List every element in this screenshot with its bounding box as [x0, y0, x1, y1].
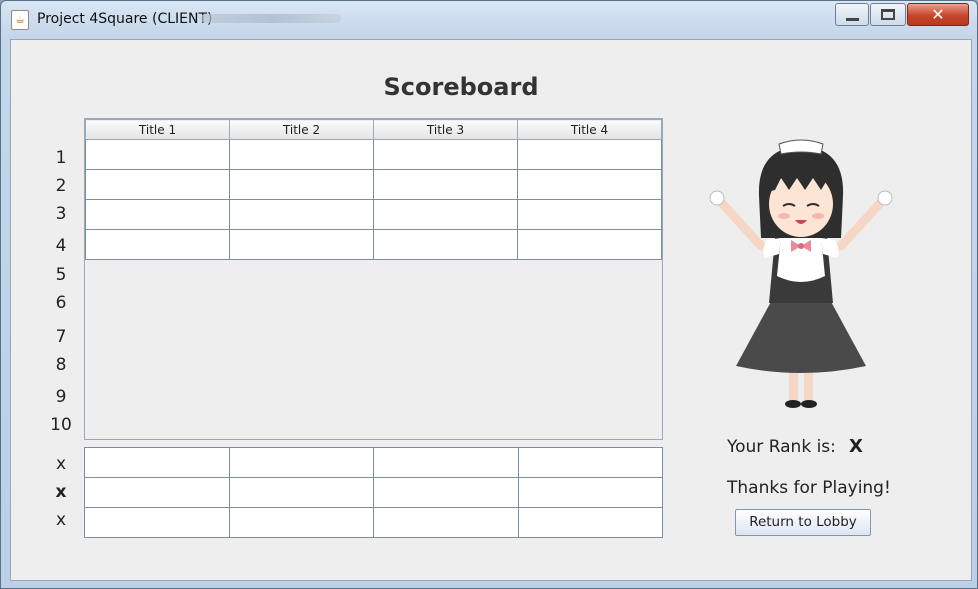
blurred-title-text — [201, 14, 341, 23]
bottom-row-label-current: x — [55, 482, 67, 502]
row-number: 10 — [50, 415, 72, 435]
row-number: 2 — [55, 176, 67, 196]
row-number: 4 — [55, 236, 67, 256]
table-cell[interactable] — [373, 169, 518, 200]
table-cell[interactable] — [517, 229, 662, 260]
table-cell[interactable] — [228, 507, 374, 538]
table-row[interactable] — [84, 507, 663, 538]
maximize-button[interactable] — [870, 3, 906, 26]
maximize-icon — [881, 9, 895, 20]
maid-mascot-image — [709, 139, 893, 408]
table-cell[interactable] — [229, 199, 374, 230]
table-cell[interactable] — [517, 139, 662, 170]
table-cell[interactable] — [85, 169, 230, 200]
table-cell[interactable] — [228, 477, 374, 508]
table-row[interactable] — [84, 477, 663, 508]
table-cell[interactable] — [229, 169, 374, 200]
table-row[interactable] — [85, 229, 662, 260]
table-cell[interactable] — [517, 447, 663, 478]
score-table-grid: Title 1 Title 2 Title 3 Title 4 — [85, 119, 662, 260]
row-number: 8 — [55, 355, 67, 375]
table-cell[interactable] — [373, 229, 518, 260]
title-bar[interactable]: ☕ Project 4Square (CLIENT) ✕ — [1, 1, 977, 37]
table-cell[interactable] — [84, 507, 230, 538]
bottom-row-label: x — [55, 454, 67, 474]
table-cell[interactable] — [84, 477, 230, 508]
minimize-icon — [846, 18, 859, 21]
rank-label: Your Rank is: — [727, 437, 836, 457]
window-title: Project 4Square (CLIENT) — [37, 11, 213, 27]
score-table: Title 1 Title 2 Title 3 Title 4 — [84, 118, 663, 440]
rank-value: X — [849, 436, 863, 457]
table-cell[interactable] — [373, 199, 518, 230]
table-cell[interactable] — [85, 139, 230, 170]
page-title: Scoreboard — [383, 73, 539, 101]
table-cell[interactable] — [228, 447, 374, 478]
java-cup-icon: ☕ — [11, 10, 29, 30]
table-row[interactable] — [85, 199, 662, 230]
close-icon: ✕ — [931, 5, 945, 24]
row-number: 1 — [55, 148, 67, 168]
column-header[interactable]: Title 2 — [229, 119, 374, 140]
row-number: 3 — [55, 204, 67, 224]
table-cell[interactable] — [517, 169, 662, 200]
table-cell[interactable] — [85, 229, 230, 260]
bottom-row-label: x — [55, 510, 67, 530]
table-cell[interactable] — [517, 477, 663, 508]
row-number: 9 — [55, 387, 67, 407]
table-cell[interactable] — [373, 477, 519, 508]
table-cell[interactable] — [373, 447, 519, 478]
table-row[interactable] — [84, 447, 663, 478]
row-number: 6 — [55, 293, 67, 313]
thanks-message: Thanks for Playing! — [727, 478, 891, 498]
close-button[interactable]: ✕ — [907, 3, 969, 26]
table-header-row: Title 1 Title 2 Title 3 Title 4 — [85, 119, 662, 140]
column-header[interactable]: Title 1 — [85, 119, 230, 140]
column-header[interactable]: Title 3 — [373, 119, 518, 140]
player-rank-table — [84, 447, 663, 538]
table-cell[interactable] — [373, 139, 518, 170]
table-cell[interactable] — [84, 447, 230, 478]
table-cell[interactable] — [85, 199, 230, 230]
column-header[interactable]: Title 4 — [517, 119, 662, 140]
table-cell[interactable] — [229, 229, 374, 260]
table-cell[interactable] — [229, 139, 374, 170]
row-number: 7 — [55, 327, 67, 347]
table-row[interactable] — [85, 169, 662, 200]
app-window: ☕ Project 4Square (CLIENT) ✕ Scoreboard … — [0, 0, 978, 589]
minimize-button[interactable] — [835, 3, 869, 26]
row-number: 5 — [55, 265, 67, 285]
table-cell[interactable] — [517, 507, 663, 538]
scoreboard-panel: Scoreboard 1 2 3 4 5 6 7 8 9 10 Title 1 … — [10, 39, 972, 581]
table-cell[interactable] — [517, 199, 662, 230]
table-cell[interactable] — [373, 507, 519, 538]
return-to-lobby-button[interactable]: Return to Lobby — [735, 509, 871, 536]
table-row[interactable] — [85, 139, 662, 170]
